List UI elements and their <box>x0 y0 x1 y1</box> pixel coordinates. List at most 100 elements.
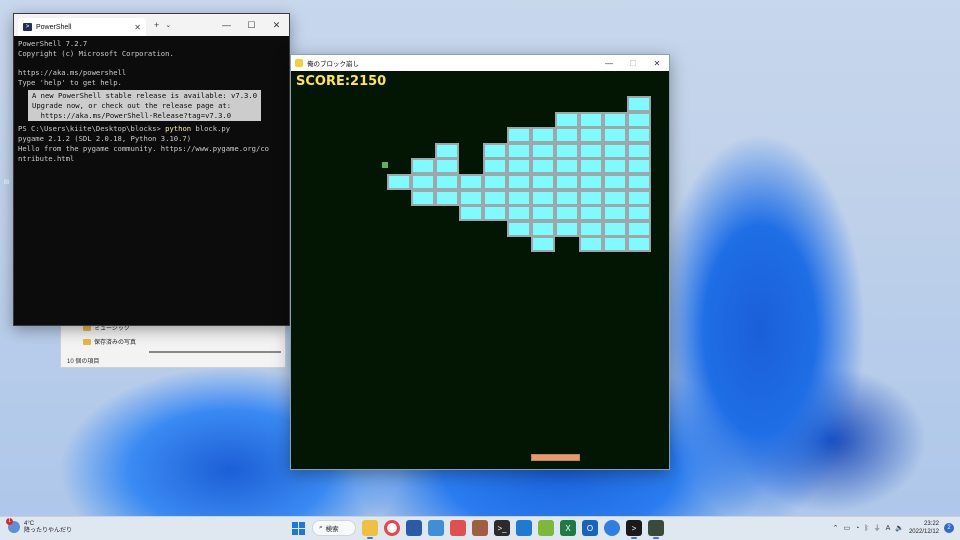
file-explorer-window[interactable]: ミュージック 保存済みの写真 10 個の項目 <box>60 320 286 368</box>
bluetooth-icon[interactable]: ᛒ <box>864 525 868 532</box>
brick <box>627 111 651 128</box>
start-button[interactable] <box>290 520 306 536</box>
brick <box>531 142 555 159</box>
chevron-up-icon[interactable]: ⌃ <box>833 524 839 532</box>
excel-icon[interactable]: X <box>560 520 576 536</box>
terminal-line: https://aka.ms/powershell <box>18 68 127 78</box>
terminal-line: ntribute.html <box>18 153 75 163</box>
brick <box>603 142 627 159</box>
brick <box>459 205 483 222</box>
vscode-icon[interactable] <box>516 520 532 536</box>
chrome-icon[interactable] <box>384 520 400 536</box>
brick <box>555 111 579 128</box>
brick <box>555 127 579 144</box>
close-tab-icon[interactable]: ✕ <box>134 23 141 32</box>
score-display: SCORE:2150 <box>296 74 387 89</box>
brick <box>531 127 555 144</box>
network-icon[interactable]: ◔ <box>855 525 859 532</box>
volume-icon[interactable]: 🔈 <box>895 524 904 532</box>
chevron-down-icon[interactable]: ⌄ <box>165 21 171 29</box>
terminal-line: pygame 2.1.2 (SDL 2.0.18, Python 3.10.7) <box>18 134 192 144</box>
brick <box>627 220 651 237</box>
microphone-icon[interactable]: ⏚ <box>874 523 881 533</box>
onedrive-icon[interactable] <box>604 520 620 536</box>
brick <box>627 142 651 159</box>
brick <box>627 96 651 112</box>
scrollbar[interactable] <box>149 351 281 353</box>
notebook-icon[interactable] <box>472 520 488 536</box>
brick <box>531 189 555 206</box>
folder-label: 保存済みの写真 <box>94 340 137 346</box>
brick <box>579 189 603 206</box>
pygame-taskbar-icon[interactable] <box>648 520 664 539</box>
weather-widget[interactable]: 1 4°C 降ったりやんだり <box>6 518 72 535</box>
outlook-icon[interactable]: O <box>582 520 598 536</box>
terminal-tab[interactable]: > PowerShell ✕ <box>18 18 146 36</box>
snipping-tool-icon[interactable] <box>450 520 466 536</box>
search-label: 検索 <box>325 526 339 533</box>
new-tab-button[interactable]: + <box>154 20 159 30</box>
brick <box>603 111 627 128</box>
minecraft-icon[interactable] <box>538 520 554 536</box>
brick <box>579 142 603 159</box>
brick <box>507 158 531 175</box>
file-explorer-icon[interactable] <box>362 520 378 539</box>
terminal-line: Type 'help' to get help. <box>18 78 122 88</box>
update-notice: A new PowerShell stable release is avail… <box>28 89 262 122</box>
paddle[interactable] <box>531 454 580 461</box>
brick <box>507 205 531 222</box>
maximize-button[interactable]: ☐ <box>239 14 264 36</box>
brick <box>483 158 507 175</box>
powershell-window[interactable]: > PowerShell ✕ + ⌄ — ☐ ✕ PowerShell 7.2.… <box>13 13 290 326</box>
weather-temp: 4°C <box>24 521 35 527</box>
brick <box>603 158 627 175</box>
brick <box>411 189 435 206</box>
brick <box>579 174 603 190</box>
brick <box>411 174 435 190</box>
brick <box>507 220 531 237</box>
brick <box>555 189 579 206</box>
brick <box>627 189 651 206</box>
close-button[interactable]: ✕ <box>264 14 289 36</box>
brick <box>531 220 555 237</box>
brick <box>435 189 459 206</box>
powershell-taskbar-icon[interactable]: > <box>626 520 642 539</box>
search-button[interactable]: ⌕ 検索 <box>312 520 356 536</box>
clock[interactable]: 23:22 2022/12/12 <box>909 520 939 536</box>
search-icon: ⌕ <box>319 524 323 531</box>
brick <box>603 174 627 190</box>
brick <box>435 158 459 175</box>
brick <box>627 174 651 190</box>
minimize-button[interactable]: — <box>214 14 239 36</box>
brick <box>459 174 483 190</box>
brick <box>435 142 459 159</box>
minimize-button[interactable]: — <box>597 55 621 71</box>
close-button[interactable]: ✕ <box>645 55 669 71</box>
desktop-icon-label[interactable]: Bl <box>4 180 9 186</box>
brick <box>483 174 507 190</box>
terminal-line: PowerShell 7.2.7 <box>18 39 88 48</box>
brick <box>555 174 579 190</box>
system-tray: ⌃ ▭ ◔ ᛒ ⏚ A 🔈 23:22 2022/12/12 2 <box>833 520 954 536</box>
brick <box>531 205 555 222</box>
calculator-icon[interactable] <box>406 520 422 536</box>
battery-icon[interactable]: ▭ <box>844 524 851 532</box>
terminal-output[interactable]: PowerShell 7.2.7 Copyright (c) Microsoft… <box>14 36 289 167</box>
brick <box>459 189 483 206</box>
brick <box>387 174 411 190</box>
brick <box>555 220 579 237</box>
notification-badge[interactable]: 2 <box>944 523 954 533</box>
brick <box>579 158 603 175</box>
ime-indicator[interactable]: A <box>886 525 891 532</box>
brick <box>507 189 531 206</box>
terminal-line: Copyright (c) Microsoft Corporation. <box>18 48 174 58</box>
pygame-window[interactable]: 俺のブロック崩し — ☐ ✕ SCORE:2150 <box>290 54 670 470</box>
photos-icon[interactable] <box>428 520 444 536</box>
terminal-line: Hello from the pygame community. https:/… <box>18 143 269 153</box>
brick <box>555 142 579 159</box>
brick <box>627 127 651 144</box>
terminal-prompt: PS C:\Users\kiite\Desktop\blocks> <box>18 124 166 134</box>
terminal-command: python <box>165 124 192 134</box>
folder-item[interactable]: 保存済みの写真 <box>83 337 136 346</box>
terminal-icon[interactable]: >_ <box>494 520 510 536</box>
